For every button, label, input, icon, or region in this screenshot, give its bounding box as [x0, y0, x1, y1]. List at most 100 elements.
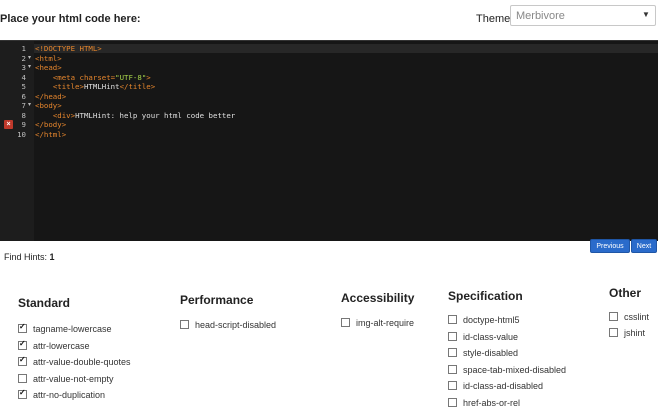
code-line: <title>HTMLHint</title> [35, 82, 155, 91]
rule-checkbox[interactable] [448, 397, 457, 407]
rule-checkbox[interactable] [609, 328, 618, 338]
code-line: <html> [35, 54, 62, 63]
rule-label: href-abs-or-rel [463, 397, 521, 408]
rule-option-attr-no-duplication[interactable]: attr-no-duplication [18, 388, 106, 400]
error-marker-icon[interactable]: × [4, 120, 13, 129]
line-number: 6 [21, 91, 26, 101]
code-line: <body> [35, 101, 62, 110]
previous-button[interactable]: Previous [590, 239, 630, 253]
active-line-highlight [34, 44, 658, 53]
rule-checkbox[interactable] [18, 388, 27, 399]
rule-label: attr-value-not-empty [33, 373, 114, 384]
rule-option-head-script-disabled[interactable]: head-script-disabled [180, 320, 276, 330]
theme-select[interactable]: Merbivore ▼ [510, 5, 656, 26]
rule-option-attr-lowercase[interactable]: attr-lowercase [18, 339, 90, 351]
code-line: </html> [35, 130, 66, 139]
rule-option-href-abs-or-rel[interactable]: href-abs-or-rel [448, 397, 521, 408]
line-number: 1 [21, 44, 26, 53]
rule-checkbox[interactable] [448, 348, 457, 358]
rule-label: space-tab-mixed-disabled [463, 364, 567, 375]
rule-checkbox[interactable] [448, 364, 457, 374]
rule-checkbox[interactable] [18, 373, 27, 383]
find-hints-summary: Find Hints: 1 [4, 252, 55, 262]
line-number: 2 [21, 53, 26, 63]
fold-toggle-icon[interactable]: ▾ [28, 101, 31, 110]
rule-option-tagname-lowercase[interactable]: tagname-lowercase [18, 322, 112, 334]
rule-label: csslint [624, 311, 650, 322]
code-token: <div> [52, 110, 76, 120]
theme-label: Theme: [476, 13, 514, 25]
fold-toggle-icon[interactable]: ▾ [28, 54, 31, 63]
code-token: HTMLHint [83, 82, 120, 91]
line-number: 4 [21, 72, 26, 82]
rule-label: id-class-value [463, 331, 519, 342]
rule-label: attr-no-duplication [33, 390, 106, 400]
rule-option-id-class-ad-disabled[interactable]: id-class-ad-disabled [448, 381, 543, 391]
rule-group-standard: Standard tagname-lowercase attr-lowercase a… [18, 296, 131, 400]
rule-option-doctype-html5[interactable]: doctype-html5 [448, 315, 520, 325]
rule-option-csslint[interactable]: csslint [609, 311, 650, 322]
line-number: 8 [21, 110, 26, 120]
code-token: <html> [35, 53, 62, 63]
code-token: </html> [35, 129, 67, 139]
code-token: HTMLHint: help your html code better [75, 110, 236, 120]
line-number: 7 [21, 101, 26, 110]
code-line: </body> [35, 120, 66, 129]
code-token: <!DOCTYPE HTML> [35, 44, 102, 53]
rule-option-attr-value-double-quotes[interactable]: attr-value-double-quotes [18, 355, 131, 367]
rule-checkbox[interactable] [448, 315, 457, 325]
rule-group-specification: Specification doctype-html5 id-class-value… [448, 289, 566, 408]
rule-checkbox[interactable] [18, 339, 27, 350]
code-token: charset= [79, 72, 116, 82]
rule-option-img-alt-require[interactable]: img-alt-require [341, 317, 415, 328]
code-token: <body> [35, 101, 62, 110]
rule-label: attr-value-double-quotes [33, 357, 131, 367]
code-line: <head> [35, 63, 62, 72]
rule-label: head-script-disabled [195, 320, 277, 331]
rule-checkbox[interactable] [180, 320, 189, 330]
rule-checkbox[interactable] [448, 381, 457, 391]
rule-group-title: Accessibility [341, 291, 415, 305]
rule-group-title: Standard [18, 296, 71, 310]
rule-group-title: Other [609, 286, 642, 300]
rule-option-jshint[interactable]: jshint [609, 328, 645, 338]
code-token: </head> [35, 91, 67, 101]
rule-checkbox[interactable] [341, 317, 350, 327]
rule-label: tagname-lowercase [33, 324, 112, 334]
rule-group-accessibility: Accessibility img-alt-require [341, 291, 415, 328]
code-editor[interactable]: 1 <!DOCTYPE HTML> 2 ▾ <html> 3 ▾ <head> 4 <meta … [0, 40, 658, 241]
rule-checkbox[interactable] [609, 311, 618, 321]
rule-group-performance: Performance head-script-disabled [180, 293, 276, 330]
rule-label: jshint [624, 328, 646, 339]
rule-option-space-tab-mixed-disabled[interactable]: space-tab-mixed-disabled [448, 364, 567, 375]
find-hints-label: Find Hints: [4, 252, 48, 262]
rule-label: style-disabled [463, 348, 519, 359]
line-number: 10 [17, 129, 26, 139]
code-token: </body> [35, 120, 67, 129]
rule-group-other: Other csslint jshint [609, 286, 649, 338]
editor-prompt: Place your html code here: [0, 13, 141, 25]
rule-checkbox[interactable] [448, 331, 457, 341]
theme-select-value: Merbivore [516, 10, 565, 22]
fold-toggle-icon[interactable]: ▾ [28, 63, 31, 72]
rule-checkbox[interactable] [18, 322, 27, 333]
code-token: <head> [35, 63, 62, 72]
rule-group-title: Performance [180, 293, 254, 307]
code-line: <meta charset="UTF-8"> [35, 73, 151, 82]
rule-option-style-disabled[interactable]: style-disabled [448, 348, 518, 358]
rule-label: attr-lowercase [33, 340, 90, 351]
code-line: </head> [35, 92, 66, 101]
rule-label: img-alt-require [356, 317, 415, 328]
code-token: <title> [52, 82, 84, 91]
rule-checkbox[interactable] [18, 355, 27, 366]
next-button[interactable]: Next [631, 239, 657, 253]
rule-option-attr-value-not-empty[interactable]: attr-value-not-empty [18, 373, 114, 384]
rule-label: doctype-html5 [463, 315, 520, 326]
rule-option-id-class-value[interactable]: id-class-value [448, 331, 519, 342]
rule-label: id-class-ad-disabled [463, 381, 544, 392]
code-line: <div>HTMLHint: help your html code bette… [35, 111, 235, 120]
line-number: 5 [21, 82, 26, 91]
